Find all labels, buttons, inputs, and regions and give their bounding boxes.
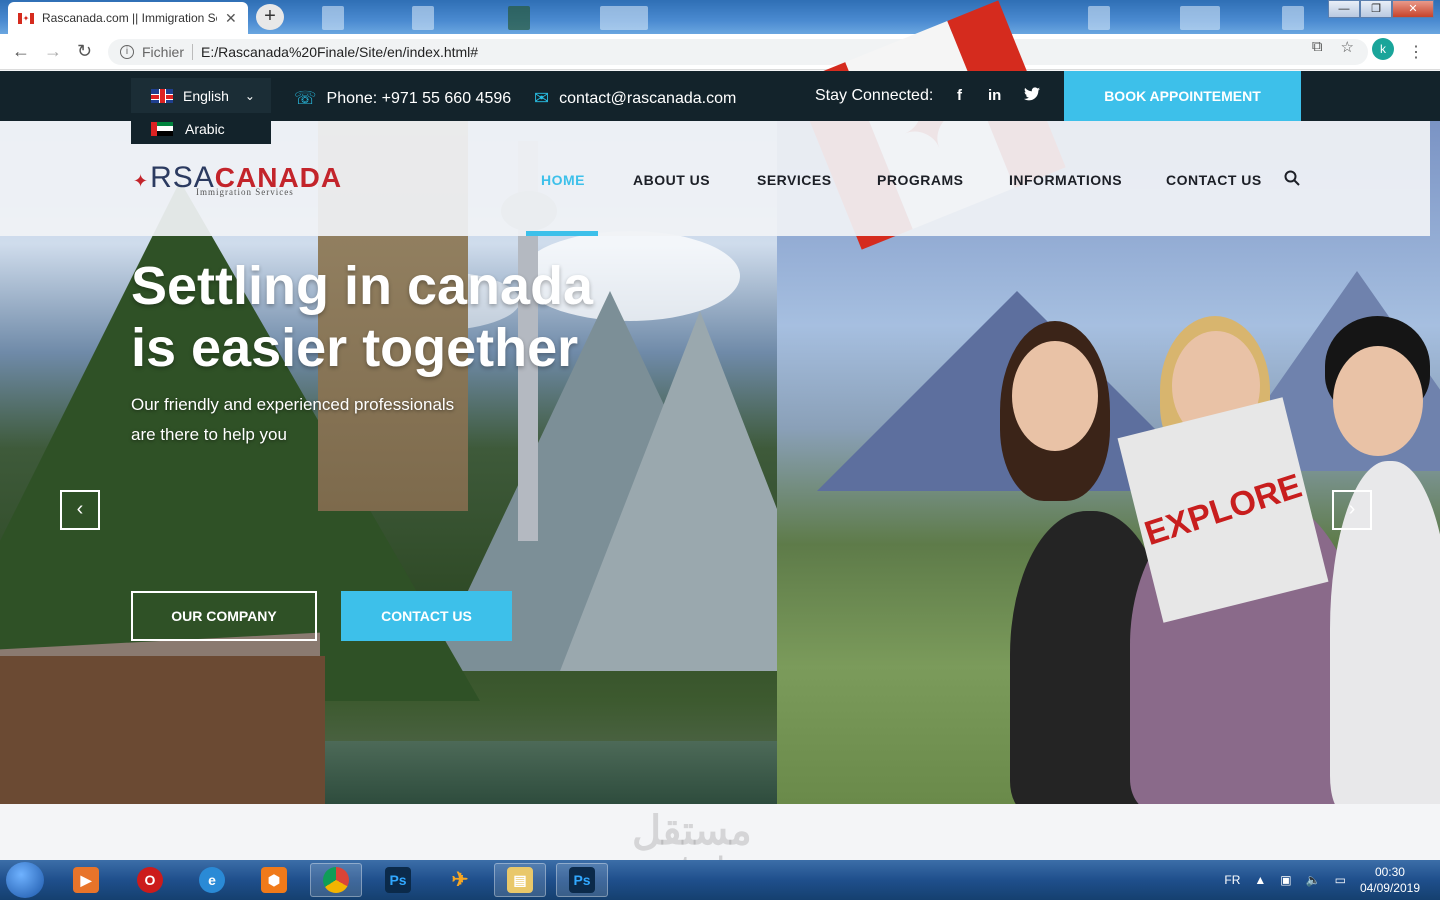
volume-icon[interactable]: 🔈 [1306, 873, 1321, 887]
person-left-face [1012, 341, 1098, 451]
new-tab-button[interactable]: + [256, 4, 284, 30]
translate-icon[interactable]: ⧉ [1312, 38, 1323, 60]
tray-expand-icon[interactable]: ▲ [1254, 873, 1266, 887]
envelope-icon: ✉ [534, 88, 550, 108]
system-tray: FR ▲ ▣ 🔈 ▭ 00:30 04/09/2019 [1224, 860, 1420, 900]
back-arrow-icon[interactable]: ← [12, 41, 30, 62]
close-tab-icon[interactable]: ✕ [225, 10, 237, 27]
window-controls: — ❐ ✕ [1328, 0, 1434, 18]
desktop-icon [1180, 6, 1220, 30]
slider-next-arrow-icon[interactable]: › [1332, 490, 1372, 530]
url-scheme: Fichier [142, 44, 194, 60]
url-text[interactable]: E:/Rascanada%20Finale/Site/en/index.html… [201, 44, 478, 60]
uae-flag-icon [151, 121, 173, 136]
clock-date: 04/09/2019 [1359, 881, 1420, 895]
desktop-icon [322, 6, 344, 30]
language-selector[interactable]: English ⌄ [131, 78, 271, 114]
watermark-arabic: مستقل [632, 809, 752, 853]
search-icon[interactable] [1284, 170, 1300, 186]
nav-informations[interactable]: INFORMATIONS [1009, 172, 1122, 188]
stay-connected-label: Stay Connected: [815, 87, 934, 104]
person-right-face [1333, 346, 1423, 456]
start-button[interactable] [6, 862, 44, 898]
menu-kebab-icon[interactable]: ⋮ [1408, 42, 1424, 62]
browser-titlebar: ✦ Rascanada.com || Immigration Se ✕ + — … [0, 0, 1440, 34]
maximize-button[interactable]: ❐ [1360, 0, 1392, 18]
nav-programs[interactable]: PROGRAMS [877, 172, 963, 188]
desktop-icon [600, 6, 648, 30]
hero-subtitle-line: are there to help you [131, 425, 287, 444]
facebook-icon[interactable]: f [957, 87, 962, 104]
our-company-button[interactable]: OUR COMPANY [131, 591, 317, 641]
language-selected: English [183, 87, 229, 104]
logo-tagline: Immigration Services [196, 187, 294, 197]
language-option-arabic[interactable]: Arabic [131, 113, 271, 144]
language-indicator[interactable]: FR [1224, 873, 1240, 887]
taskbar-internet-explorer[interactable]: e [186, 863, 238, 897]
canada-flag-icon: ✦ [18, 12, 34, 24]
browser-tab[interactable]: ✦ Rascanada.com || Immigration Se ✕ [8, 2, 248, 34]
taskbar-photoshop[interactable]: Ps [372, 863, 424, 897]
taskbar-app[interactable]: ⬢ [248, 863, 300, 897]
desktop-icon [508, 6, 530, 30]
network-icon[interactable]: ▣ [1280, 873, 1291, 887]
reload-icon[interactable]: ↻ [77, 41, 92, 62]
language-option-label: Arabic [185, 120, 225, 137]
folder-text: EXPLORE [1139, 466, 1306, 553]
taskbar-app[interactable]: ✈ [434, 863, 486, 897]
taskbar-opera[interactable]: O [124, 863, 176, 897]
battery-icon[interactable]: ▭ [1335, 873, 1346, 887]
clock-time: 00:30 [1374, 865, 1405, 879]
address-actions: ⧉ ☆ k [1312, 38, 1394, 60]
close-window-button[interactable]: ✕ [1392, 0, 1434, 18]
phone-icon: ☏ [294, 88, 317, 108]
hero-title-line: is easier together [131, 318, 579, 378]
hero-title-line: Settling in canada [131, 256, 594, 316]
bookmark-star-icon[interactable]: ☆ [1341, 38, 1354, 60]
taskbar-media-player[interactable]: ▶ [60, 863, 112, 897]
email-contact[interactable]: ✉ contact@rascanada.com [534, 88, 736, 109]
phone-text: Phone: +971 55 660 4596 [326, 89, 512, 107]
windows-taskbar: ▶ O e ⬢ Ps ✈ ▤ Ps FR ▲ ▣ 🔈 ▭ 00:30 04/09… [0, 860, 1440, 900]
minimize-button[interactable]: — [1328, 0, 1360, 18]
email-text[interactable]: contact@rascanada.com [559, 90, 736, 108]
hero-subtitle-line: Our friendly and experienced professiona… [131, 395, 455, 414]
chevron-down-icon: ⌄ [244, 88, 255, 103]
nav-home[interactable]: HOME [541, 172, 585, 188]
nav-contact[interactable]: CONTACT US [1166, 172, 1262, 188]
desktop-icon [1282, 6, 1304, 30]
desktop-icon [1088, 6, 1110, 30]
phone-contact: ☏ Phone: +971 55 660 4596 [294, 88, 511, 109]
desktop-icon [412, 6, 434, 30]
hero-title: Settling in canada is easier together [131, 255, 593, 379]
profile-avatar[interactable]: k [1372, 38, 1394, 60]
boathouse [0, 656, 325, 804]
info-icon[interactable]: i [120, 45, 134, 59]
hero-subtitle: Our friendly and experienced professiona… [131, 390, 454, 450]
taskbar-file-explorer[interactable]: ▤ [494, 863, 546, 897]
nav-services[interactable]: SERVICES [757, 172, 832, 188]
taskbar-photoshop-open[interactable]: Ps [556, 863, 608, 897]
uk-flag-icon [151, 88, 173, 103]
twitter-icon[interactable] [1024, 87, 1040, 104]
address-bar: ← → ↻ i Fichier E:/Rascanada%20Finale/Si… [0, 34, 1440, 70]
linkedin-icon[interactable]: in [988, 87, 1001, 104]
lake [300, 741, 777, 804]
book-appointment-button[interactable]: BOOK APPOINTEMENT [1064, 71, 1301, 121]
contact-us-button[interactable]: CONTACT US [341, 591, 512, 641]
maple-leaf-logo-icon: ✦ [133, 171, 149, 191]
active-nav-indicator [526, 231, 598, 236]
url-field[interactable]: i Fichier E:/Rascanada%20Finale/Site/en/… [108, 39, 1368, 65]
tab-title: Rascanada.com || Immigration Se [42, 11, 217, 25]
clock[interactable]: 00:30 04/09/2019 [1360, 864, 1420, 896]
taskbar-chrome[interactable] [310, 863, 362, 897]
forward-arrow-icon[interactable]: → [44, 41, 62, 62]
slider-prev-arrow-icon[interactable]: ‹ [60, 490, 100, 530]
nav-about[interactable]: ABOUT US [633, 172, 710, 188]
